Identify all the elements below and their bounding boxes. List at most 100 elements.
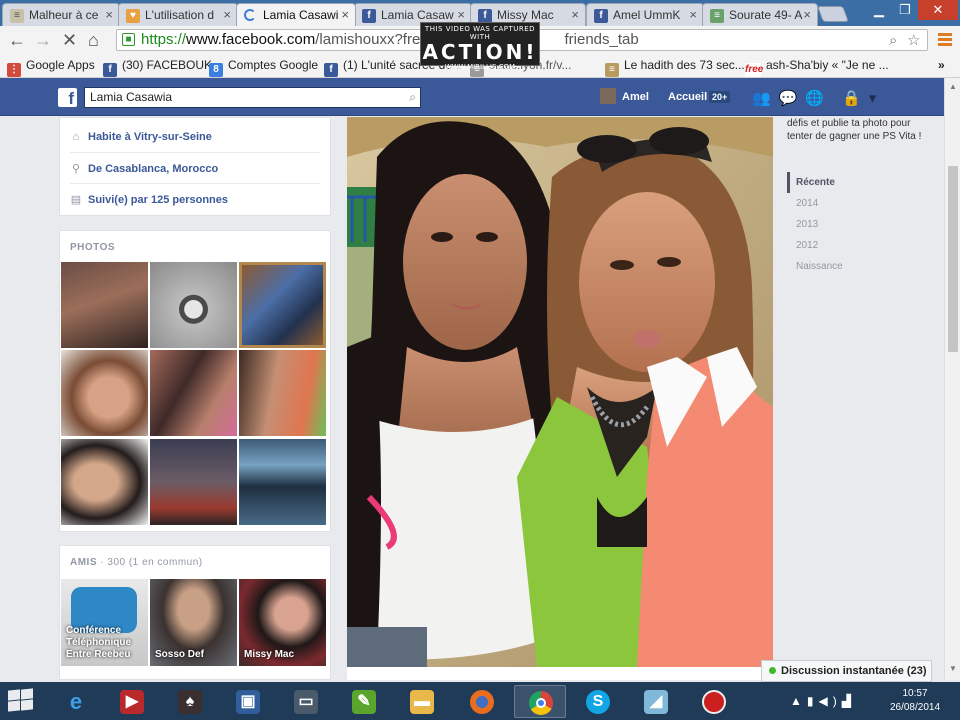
- taskbar-app[interactable]: ♠: [164, 685, 216, 718]
- tab-title: Sourate 49- A: [729, 8, 803, 22]
- windows-start-icon[interactable]: [8, 688, 34, 712]
- friends-title[interactable]: AMIS · 300 (1 en commun): [70, 557, 203, 568]
- photo-thumbnail[interactable]: [150, 262, 237, 348]
- friend-requests-icon[interactable]: 👥: [752, 90, 779, 107]
- settings-dropdown-icon[interactable]: ▾: [869, 90, 885, 107]
- browser-tab[interactable]: ♥ L'utilisation d ×: [118, 3, 238, 26]
- close-window-icon[interactable]: ✕: [918, 0, 958, 20]
- taskbar-app[interactable]: ✎: [338, 685, 390, 718]
- browser-tab[interactable]: ≡ Sourate 49- A ×: [702, 3, 818, 26]
- volume-icon[interactable]: ◀): [819, 694, 842, 708]
- messages-icon[interactable]: 💬: [779, 90, 806, 107]
- photos-title[interactable]: PHOTOS: [70, 242, 115, 253]
- timeline-item-2012[interactable]: 2012: [787, 235, 937, 256]
- browser-tab[interactable]: ≡ Malheur à ce ×: [2, 3, 120, 26]
- scroll-up-icon[interactable]: ▲: [949, 82, 957, 91]
- tab-title: L'utilisation d: [145, 8, 214, 22]
- taskbar-app[interactable]: ▣: [222, 685, 274, 718]
- browser-tab-active[interactable]: Lamia Casawi ×: [236, 3, 356, 26]
- taskbar-recorder[interactable]: [688, 685, 740, 718]
- minimize-icon[interactable]: ▁: [866, 0, 892, 20]
- photo-thumbnail[interactable]: [239, 439, 326, 525]
- close-icon[interactable]: ×: [571, 7, 579, 22]
- close-icon[interactable]: ×: [457, 7, 465, 22]
- notepad-icon: ◢: [644, 690, 668, 714]
- close-icon[interactable]: ×: [341, 7, 349, 22]
- photo-thumbnail[interactable]: [150, 439, 237, 525]
- search-icon[interactable]: ⌕: [889, 31, 897, 51]
- bookmark-star-icon[interactable]: ☆: [907, 31, 920, 51]
- close-icon[interactable]: ×: [223, 7, 231, 22]
- close-icon[interactable]: ×: [803, 7, 811, 22]
- profile-link[interactable]: Amel: [600, 88, 649, 106]
- forward-icon[interactable]: →: [34, 30, 52, 50]
- taskbar-chrome[interactable]: [514, 685, 566, 718]
- facebook-logo-icon[interactable]: f: [58, 88, 77, 108]
- photo-thumbnail[interactable]: [61, 350, 148, 436]
- power-icon[interactable]: ▮: [807, 694, 819, 708]
- timeline-item-2013[interactable]: 2013: [787, 214, 937, 235]
- home-link[interactable]: Accueil: [668, 91, 707, 103]
- search-input[interactable]: Lamia Casawia ⌕: [84, 87, 421, 108]
- bookmark-item[interactable]: ≡ Le hadith des 73 sec...: [605, 58, 745, 77]
- bookmark-item[interactable]: 8 Comptes Google: [209, 58, 318, 77]
- lock-icon: ■: [122, 33, 135, 46]
- firefox-icon: [470, 690, 494, 714]
- page-icon: ≡: [10, 9, 24, 23]
- close-icon[interactable]: ×: [689, 7, 697, 22]
- new-tab-button[interactable]: [817, 6, 849, 22]
- friend-tile[interactable]: Missy Mac: [239, 579, 326, 666]
- stop-icon[interactable]: ✕: [62, 30, 77, 50]
- photo-thumbnail[interactable]: [150, 350, 237, 436]
- timeline-item-recent[interactable]: Récente: [787, 172, 937, 193]
- info-followers[interactable]: ▤ Suivi(e) par 125 personnes: [70, 193, 228, 206]
- bookmark-item[interactable]: f (30) FACEBOUK: [103, 58, 212, 77]
- taskbar-explorer[interactable]: ▬: [396, 685, 448, 718]
- search-icon[interactable]: ⌕: [409, 88, 416, 107]
- system-clock[interactable]: 10:57 26/08/2014: [880, 687, 950, 715]
- windows-taskbar: e ▶ ♠ ▣ ▭ ✎ ▬ S ◢ ▲▮◀)▟ 10:57 26/08/2014: [0, 682, 960, 720]
- friend-tile[interactable]: Sosso Def: [150, 579, 237, 666]
- notification-badge: 20+: [709, 91, 731, 103]
- taskbar-skype[interactable]: S: [572, 685, 624, 718]
- post-photo[interactable]: [347, 117, 773, 667]
- browser-tab[interactable]: f Amel UmmK ×: [586, 3, 704, 26]
- taskbar-app[interactable]: ▶: [106, 685, 158, 718]
- show-hidden-icons-icon[interactable]: ▲: [790, 694, 807, 708]
- notifications-icon[interactable]: 🌐: [805, 90, 832, 107]
- facebook-icon: f: [324, 63, 338, 77]
- photo-thumbnail[interactable]: [239, 262, 326, 348]
- home-icon[interactable]: ⌂: [88, 30, 99, 50]
- chat-sidebar-button[interactable]: Discussion instantanée (23): [761, 660, 932, 682]
- facebook-icon: f: [103, 63, 117, 77]
- timeline-nav: Récente 2014 2013 2012 Naissance: [787, 172, 937, 277]
- privacy-icon[interactable]: 🔒: [842, 90, 869, 107]
- divider: [70, 152, 320, 153]
- network-icon[interactable]: ▟: [842, 694, 856, 708]
- home-icon: ⌂: [72, 131, 80, 143]
- back-icon[interactable]: ←: [8, 30, 26, 50]
- taskbar-ie[interactable]: e: [50, 685, 102, 718]
- scroll-down-icon[interactable]: ▼: [949, 664, 957, 673]
- close-icon[interactable]: ×: [105, 7, 113, 22]
- taskbar-firefox[interactable]: [456, 685, 508, 718]
- timeline-item-birth[interactable]: Naissance: [787, 256, 937, 277]
- photo-thumbnail[interactable]: [61, 439, 148, 525]
- friend-tile[interactable]: Conférence Téléphonique Entre Reebeu: [61, 579, 148, 666]
- promo-text[interactable]: défis et publie ta photo pour tenter de …: [787, 117, 937, 143]
- location-pin-icon: ⚲: [71, 163, 81, 175]
- menu-icon[interactable]: [938, 33, 952, 47]
- info-origin[interactable]: ⚲ De Casablanca, Morocco: [70, 162, 218, 175]
- info-residence[interactable]: ⌂ Habite à Vitry-sur-Seine: [70, 131, 212, 143]
- bookmark-item[interactable]: free ash-Sha'biy « "Je ne ...: [745, 58, 889, 77]
- timeline-item-2014[interactable]: 2014: [787, 193, 937, 214]
- photo-thumbnail[interactable]: [239, 350, 326, 436]
- photo-thumbnail[interactable]: [61, 262, 148, 348]
- scrollbar-thumb[interactable]: [948, 166, 958, 352]
- taskbar-app[interactable]: ◢: [630, 685, 682, 718]
- taskbar-app[interactable]: ▭: [280, 685, 332, 718]
- page-scrollbar[interactable]: ▲ ▼: [944, 78, 960, 680]
- bookmark-item[interactable]: ⋮ Google Apps: [7, 58, 95, 77]
- more-bookmarks-button[interactable]: »: [938, 58, 945, 72]
- restore-icon[interactable]: ❐: [892, 0, 918, 20]
